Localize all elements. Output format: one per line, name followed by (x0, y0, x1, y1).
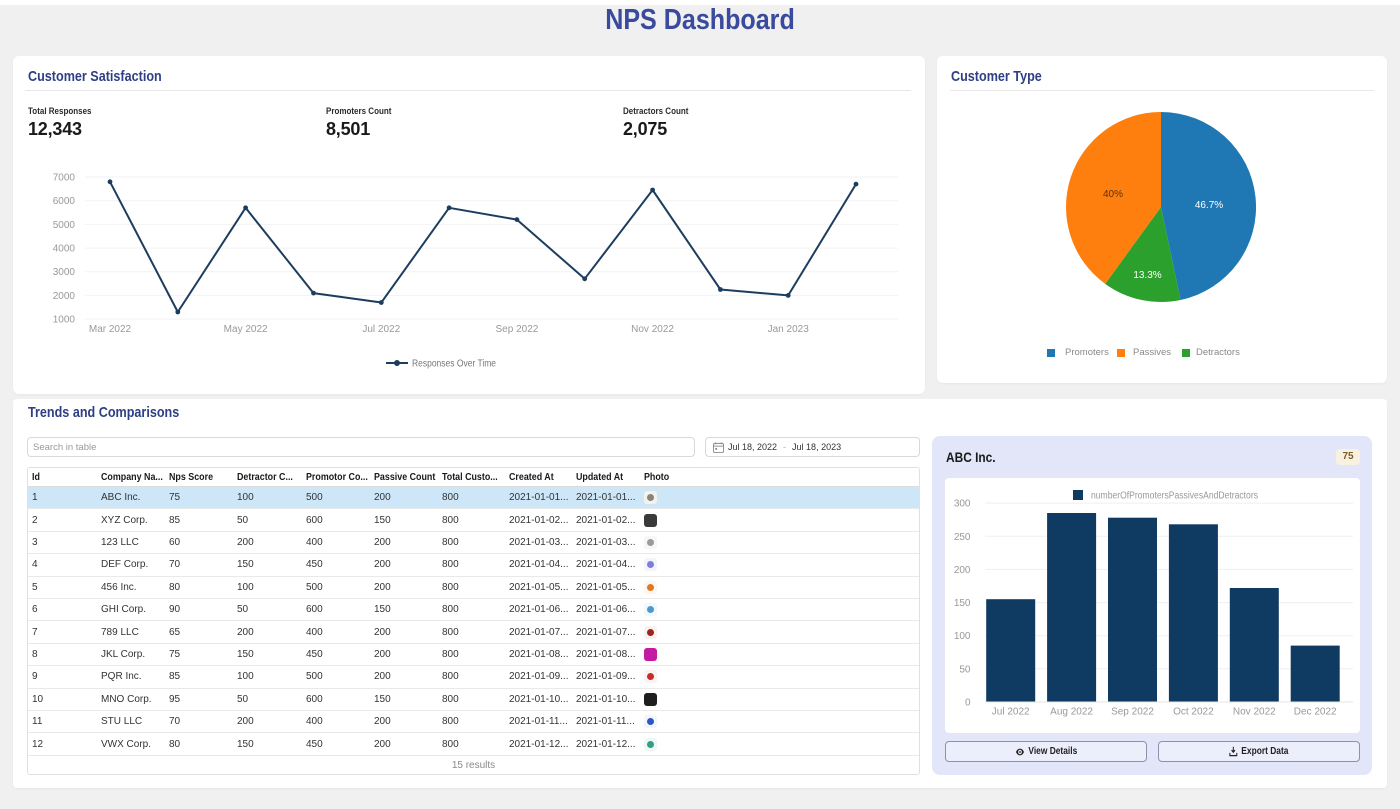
svg-text:50: 50 (959, 664, 971, 675)
svg-text:Sep 2022: Sep 2022 (496, 324, 539, 335)
svg-text:Aug 2022: Aug 2022 (1050, 707, 1093, 718)
svg-text:1000: 1000 (53, 315, 76, 326)
svg-text:Nov 2022: Nov 2022 (1233, 707, 1276, 718)
svg-text:4000: 4000 (53, 244, 76, 255)
svg-text:May 2022: May 2022 (224, 324, 268, 335)
svg-text:Sep 2022: Sep 2022 (1111, 707, 1154, 718)
svg-text:Responses Over Time: Responses Over Time (412, 358, 496, 370)
svg-text:Dec 2022: Dec 2022 (1294, 707, 1337, 718)
svg-text:2000: 2000 (53, 291, 76, 302)
svg-text:100: 100 (954, 631, 971, 642)
svg-text:Jan 2023: Jan 2023 (768, 324, 810, 335)
svg-text:6000: 6000 (53, 196, 76, 207)
svg-text:7000: 7000 (53, 173, 76, 184)
svg-text:Nov 2022: Nov 2022 (631, 324, 674, 335)
svg-text:5000: 5000 (53, 220, 76, 231)
svg-text:0: 0 (965, 698, 971, 709)
svg-text:200: 200 (954, 565, 971, 576)
svg-text:Oct 2022: Oct 2022 (1173, 707, 1214, 718)
svg-text:300: 300 (954, 499, 971, 510)
svg-text:Mar 2022: Mar 2022 (89, 324, 132, 335)
svg-text:250: 250 (954, 532, 971, 543)
svg-text:numberOfPromotersPassivesAndDe: numberOfPromotersPassivesAndDetractors (1091, 491, 1258, 502)
svg-text:Jul 2022: Jul 2022 (362, 324, 400, 335)
svg-text:Jul 2022: Jul 2022 (992, 707, 1030, 718)
svg-text:3000: 3000 (53, 267, 76, 278)
svg-text:150: 150 (954, 598, 971, 609)
